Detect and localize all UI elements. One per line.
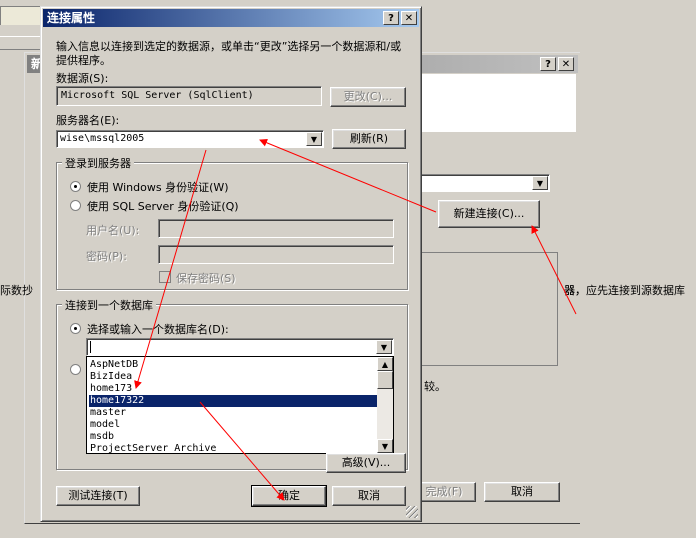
arrow-to-database-list xyxy=(134,149,207,389)
arrow-to-ok-button xyxy=(199,401,285,501)
arrow-to-server-name xyxy=(259,138,437,213)
arrow-to-new-connection xyxy=(531,225,577,315)
annotation-arrows xyxy=(134,138,577,501)
